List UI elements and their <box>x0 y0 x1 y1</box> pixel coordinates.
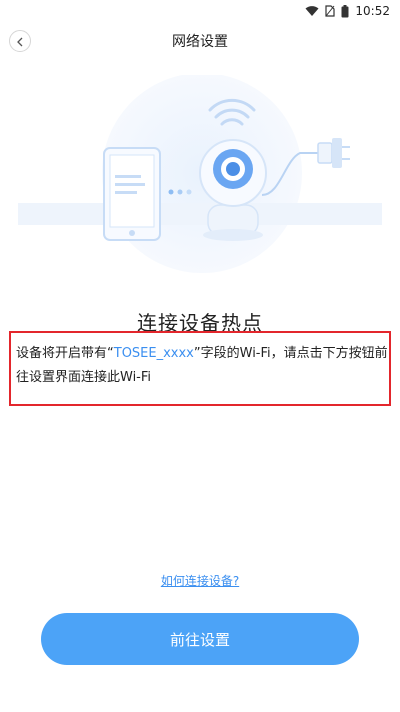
page-title: 网络设置 <box>172 34 228 50</box>
camera-icon <box>199 139 267 241</box>
status-time: 10:52 <box>355 4 390 18</box>
help-link[interactable]: 如何连接设备? <box>0 572 400 589</box>
description-text: 设备将开启带有“TOSEE_xxxx”字段的Wi-Fi，请点击下方按钮前往设置界… <box>16 342 391 390</box>
go-to-settings-button[interactable]: 前往设置 <box>41 613 359 665</box>
no-sim-icon <box>325 5 336 17</box>
power-plug-icon <box>317 138 350 168</box>
connection-illustration <box>0 73 400 275</box>
phone-icon <box>103 147 161 241</box>
hotspot-name: TOSEE_xxxx <box>113 346 194 361</box>
wifi-icon <box>305 5 319 17</box>
status-bar: 10:52 <box>0 0 400 22</box>
battery-icon <box>341 4 349 18</box>
description-prefix: 设备将开启带有“ <box>16 346 114 361</box>
header: 网络设置 <box>0 22 400 60</box>
